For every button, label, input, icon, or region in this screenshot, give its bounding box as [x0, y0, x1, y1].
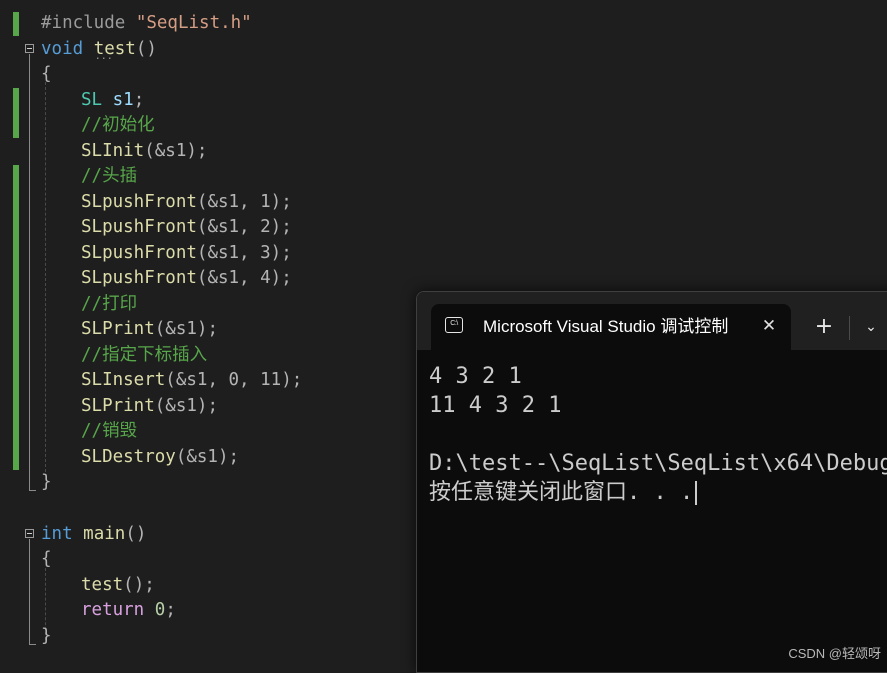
decl-line: SL s1;	[81, 90, 145, 110]
fold-bracket	[29, 539, 36, 645]
code-line: SLPrint(&s1);	[81, 396, 218, 416]
code-line: test();	[81, 575, 155, 595]
code-line: SLInit(&s1);	[81, 141, 208, 161]
output-line: D:\test--\SeqList\SeqList\x64\Debug\SeqL…	[429, 451, 887, 476]
output-prompt-line: 按任意键关闭此窗口. . .	[429, 478, 887, 507]
debug-console-window[interactable]: C:\ Microsoft Visual Studio 调试控制台 ✕ + ⌄ …	[416, 291, 887, 673]
collapse-main-icon[interactable]	[25, 529, 34, 538]
fold-bracket	[29, 54, 36, 491]
terminal-icon: C:\	[445, 317, 463, 333]
return-line: return 0;	[81, 600, 176, 620]
comment-line: //头插	[81, 166, 138, 186]
text-cursor	[695, 481, 698, 505]
comment-line: //销毁	[81, 421, 138, 441]
code-line: SLpushFront(&s1, 4);	[81, 268, 292, 288]
indent-guide	[45, 82, 46, 472]
change-indicator	[13, 165, 19, 470]
code-line: SLpushFront(&s1, 1);	[81, 192, 292, 212]
output-line: 4 3 2 1	[429, 364, 522, 389]
close-brace: }	[41, 472, 52, 492]
change-indicator	[13, 12, 19, 36]
test-fn-name: test	[94, 39, 136, 59]
code-line: SLDestroy(&s1);	[81, 447, 240, 467]
output-line: 11 4 3 2 1	[429, 393, 562, 418]
test-signature: void test()	[41, 36, 157, 62]
comment-line: //指定下标插入	[81, 345, 208, 365]
code-line: SLpushFront(&s1, 3);	[81, 243, 292, 263]
tab-title: Microsoft Visual Studio 调试控制台	[483, 317, 728, 336]
terminal-tab-bar: C:\ Microsoft Visual Studio 调试控制台 ✕ + ⌄	[417, 292, 887, 350]
watermark: CSDN @轻颂呀	[788, 646, 881, 661]
comment-line: //初始化	[81, 115, 155, 135]
include-line: #include "SeqList.h"	[41, 13, 252, 33]
prompt-text: 按任意键关闭此窗口. . .	[429, 480, 694, 505]
code-line: SLPrint(&s1);	[81, 319, 218, 339]
change-indicator	[13, 88, 19, 138]
chevron-down-icon[interactable]: ⌄	[859, 314, 883, 340]
comment-line: //打印	[81, 294, 138, 314]
close-icon[interactable]: ✕	[757, 314, 781, 338]
console-output[interactable]: 4 3 2 1 11 4 3 2 1 D:\test--\SeqList\Seq…	[429, 362, 887, 507]
open-brace: {	[41, 549, 52, 569]
close-brace: }	[41, 626, 52, 646]
console-tab[interactable]: C:\ Microsoft Visual Studio 调试控制台 ✕	[431, 304, 791, 350]
plus-icon[interactable]: +	[813, 314, 835, 340]
collapse-test-icon[interactable]	[25, 44, 34, 53]
code-line: SLInsert(&s1, 0, 11);	[81, 370, 303, 390]
code-line: SLpushFront(&s1, 2);	[81, 217, 292, 237]
open-brace: {	[41, 64, 52, 84]
tab-divider	[849, 316, 850, 340]
main-signature: int main()	[41, 524, 147, 544]
